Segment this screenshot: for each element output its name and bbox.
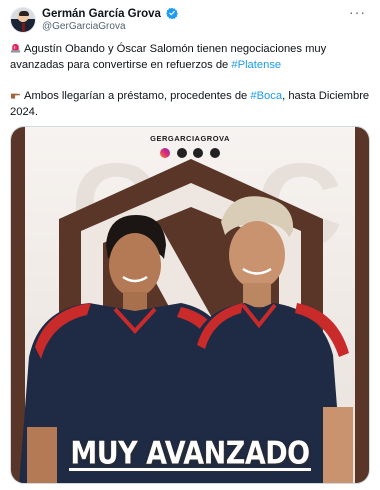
- hashtag-boca[interactable]: #Boca: [250, 90, 282, 102]
- tweet-paragraph-1: Agustín Obando y Óscar Salomón tienen ne…: [10, 41, 370, 73]
- author-name[interactable]: Germán García Grova: [42, 8, 161, 20]
- siren-emoji-icon: [10, 43, 21, 53]
- tweet-text-2: Ambos llegarían a préstamo, procedentes …: [24, 90, 251, 102]
- pointing-hand-emoji-icon: [10, 93, 21, 99]
- tweet-paragraph-2: Ambos llegarían a préstamo, procedentes …: [10, 88, 370, 120]
- more-options-icon[interactable]: ···: [349, 5, 366, 19]
- author-handle[interactable]: @GerGarciaGrova: [42, 21, 126, 33]
- tweet-card[interactable]: Germán García Grova @GerGarciaGrova ··· …: [0, 0, 380, 490]
- tweet-media-image[interactable]: C C GERGARCIAGROVA: [10, 126, 370, 484]
- media-headline: MUY AVANZADO: [70, 435, 310, 472]
- hashtag-platense[interactable]: #Platense: [231, 59, 281, 71]
- headline-underline: [69, 468, 311, 471]
- verified-badge-icon: [166, 7, 179, 19]
- author-name-row[interactable]: Germán García Grova: [42, 7, 179, 21]
- author-avatar[interactable]: [10, 7, 36, 33]
- players-photo: [19, 196, 353, 483]
